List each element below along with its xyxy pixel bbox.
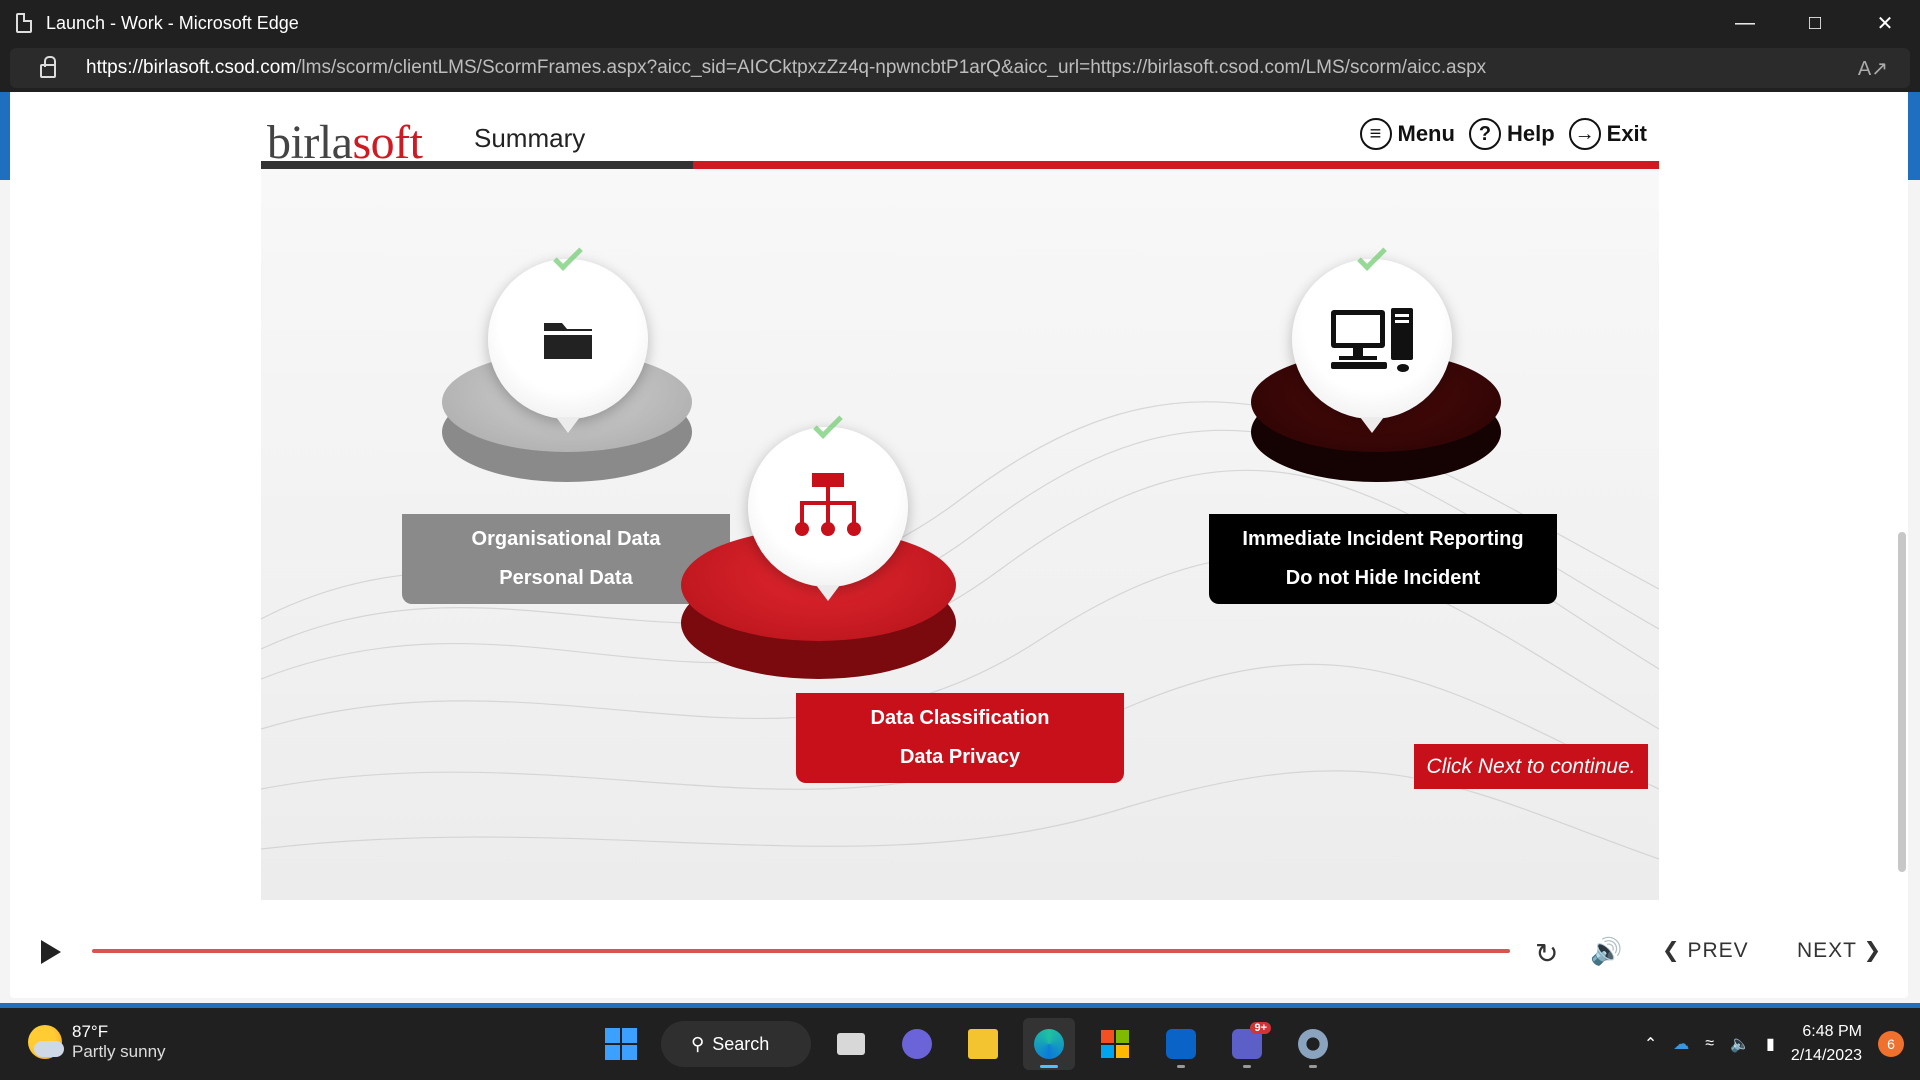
volume-icon[interactable]: 🔊 (1590, 936, 1622, 967)
file-explorer-button[interactable] (957, 1018, 1009, 1070)
background-strip-left (0, 92, 10, 180)
wifi-icon[interactable]: ≈ (1705, 1035, 1714, 1053)
exit-button[interactable]: → Exit (1568, 118, 1647, 150)
store-button[interactable] (1089, 1018, 1141, 1070)
chat-button[interactable] (891, 1018, 943, 1070)
help-label: Help (1506, 121, 1555, 146)
clock[interactable]: 6:48 PM 2/14/2023 (1791, 1020, 1862, 1068)
exit-label: Exit (1606, 121, 1647, 146)
gear-icon (1298, 1029, 1328, 1059)
computer-icon (1331, 308, 1413, 372)
label-line2: Do not Hide Incident (1285, 567, 1481, 589)
url-host: https://birlasoft.csod.com (86, 57, 297, 78)
scrollbar[interactable] (1898, 532, 1906, 872)
course-header: birlasoft Summary ≡ Menu ? Help → Exit (261, 115, 1659, 169)
play-icon[interactable] (41, 940, 61, 964)
folder-icon (544, 323, 592, 359)
prev-button[interactable]: ❮ PREV (1662, 938, 1749, 963)
read-aloud-icon[interactable]: A↗ (1858, 56, 1888, 81)
search-button[interactable]: ⚲ Search (661, 1021, 811, 1067)
header-nav: ≡ Menu ? Help → Exit (1359, 118, 1647, 150)
header-bar-dark (261, 161, 693, 169)
start-button[interactable] (595, 1018, 647, 1070)
settings-button[interactable] (1287, 1018, 1339, 1070)
address-bar: https://birlasoft.csod.com/lms/scorm/cli… (0, 46, 1920, 92)
running-indicator (1243, 1065, 1251, 1068)
course-frame: birlasoft Summary ≡ Menu ? Help → Exit O… (261, 115, 1659, 900)
taskbar-apps: ⚲ Search 9+ (595, 1018, 1339, 1070)
search-icon: ⚲ (691, 1033, 705, 1054)
search-label: Search (712, 1033, 770, 1054)
page-title: Summary (474, 123, 586, 153)
summary-stage: Organisational Data Personal Data Data C… (261, 169, 1659, 900)
exit-icon: → (1568, 118, 1601, 150)
hierarchy-icon (795, 473, 861, 536)
label-line2: Personal Data (499, 567, 633, 589)
player-controls: ↻ 🔊 ❮ PREV NEXT ❯ (10, 910, 1908, 990)
menu-icon: ≡ (1359, 118, 1392, 150)
time: 6:48 PM (1802, 1023, 1862, 1040)
prev-label: PREV (1687, 939, 1749, 962)
menu-button[interactable]: ≡ Menu (1359, 118, 1455, 150)
next-prompt: Click Next to continue. (1414, 744, 1648, 789)
system-tray: ⌃ ☁ ≈ 🔈 ▮ 6:48 PM 2/14/2023 6 (1644, 1008, 1920, 1080)
replay-icon[interactable]: ↻ (1535, 937, 1558, 970)
active-indicator (1040, 1065, 1058, 1068)
label-line1: Organisational Data (471, 528, 661, 550)
chevron-up-icon[interactable]: ⌃ (1644, 1034, 1657, 1054)
outlook-icon (1166, 1029, 1196, 1059)
next-label: NEXT (1797, 939, 1857, 962)
battery-icon[interactable]: ▮ (1766, 1034, 1775, 1054)
bubble-classification[interactable] (748, 409, 908, 601)
label-line2: Data Privacy (899, 746, 1021, 768)
help-button[interactable]: ? Help (1468, 118, 1555, 150)
task-view-button[interactable] (825, 1018, 877, 1070)
temperature: 87°F (72, 1022, 109, 1041)
label-line1: Data Classification (870, 707, 1050, 729)
background-strip-right (1908, 92, 1920, 180)
window-controls: — □ ✕ (1710, 0, 1920, 46)
title-bar: Launch - Work - Microsoft Edge — □ ✕ (0, 0, 1920, 46)
date: 2/14/2023 (1790, 1047, 1862, 1064)
teams-badge: 9+ (1250, 1022, 1271, 1034)
windows-icon (605, 1028, 637, 1060)
outlook-button[interactable] (1155, 1018, 1207, 1070)
close-button[interactable]: ✕ (1850, 0, 1920, 46)
weather-text: Partly sunny (72, 1042, 166, 1061)
maximize-button[interactable]: □ (1780, 0, 1850, 46)
document-icon (16, 13, 32, 33)
store-icon (1101, 1030, 1129, 1058)
next-button[interactable]: NEXT ❯ (1797, 938, 1882, 963)
task-view-icon (837, 1033, 865, 1055)
onedrive-icon[interactable]: ☁ (1673, 1034, 1689, 1054)
running-indicator (1309, 1065, 1317, 1068)
teams-button[interactable]: 9+ (1221, 1018, 1273, 1070)
weather-widget[interactable]: 87°F Partly sunny (28, 1022, 166, 1062)
label-classification: Data Classification Data Privacy (796, 693, 1124, 783)
label-incident: Immediate Incident Reporting Do not Hide… (1209, 514, 1557, 604)
bubble-incident[interactable] (1292, 241, 1452, 433)
running-indicator (1177, 1065, 1185, 1068)
help-icon: ? (1468, 118, 1501, 150)
notification-badge[interactable]: 6 (1878, 1031, 1904, 1057)
label-line1: Immediate Incident Reporting (1242, 528, 1524, 550)
url-path: /lms/scorm/clientLMS/ScormFrames.aspx?ai… (296, 57, 1487, 78)
header-bar-red (693, 161, 1659, 169)
chat-icon (902, 1029, 932, 1059)
url-field[interactable]: https://birlasoft.csod.com/lms/scorm/cli… (10, 48, 1910, 88)
minimize-button[interactable]: — (1710, 0, 1780, 46)
progress-bar[interactable] (92, 949, 1510, 953)
window-title: Launch - Work - Microsoft Edge (46, 12, 299, 33)
edge-icon (1034, 1029, 1064, 1059)
lock-icon[interactable] (40, 56, 56, 78)
taskbar: 87°F Partly sunny ⚲ Search 9+ ⌃ ☁ ≈ 🔈 ▮ … (0, 1008, 1920, 1080)
volume-icon[interactable]: 🔈 (1730, 1034, 1750, 1054)
partly-sunny-icon (28, 1025, 64, 1059)
menu-label: Menu (1397, 121, 1455, 146)
folder-icon (968, 1029, 998, 1059)
edge-button[interactable] (1023, 1018, 1075, 1070)
bubble-organisational[interactable] (488, 241, 648, 433)
